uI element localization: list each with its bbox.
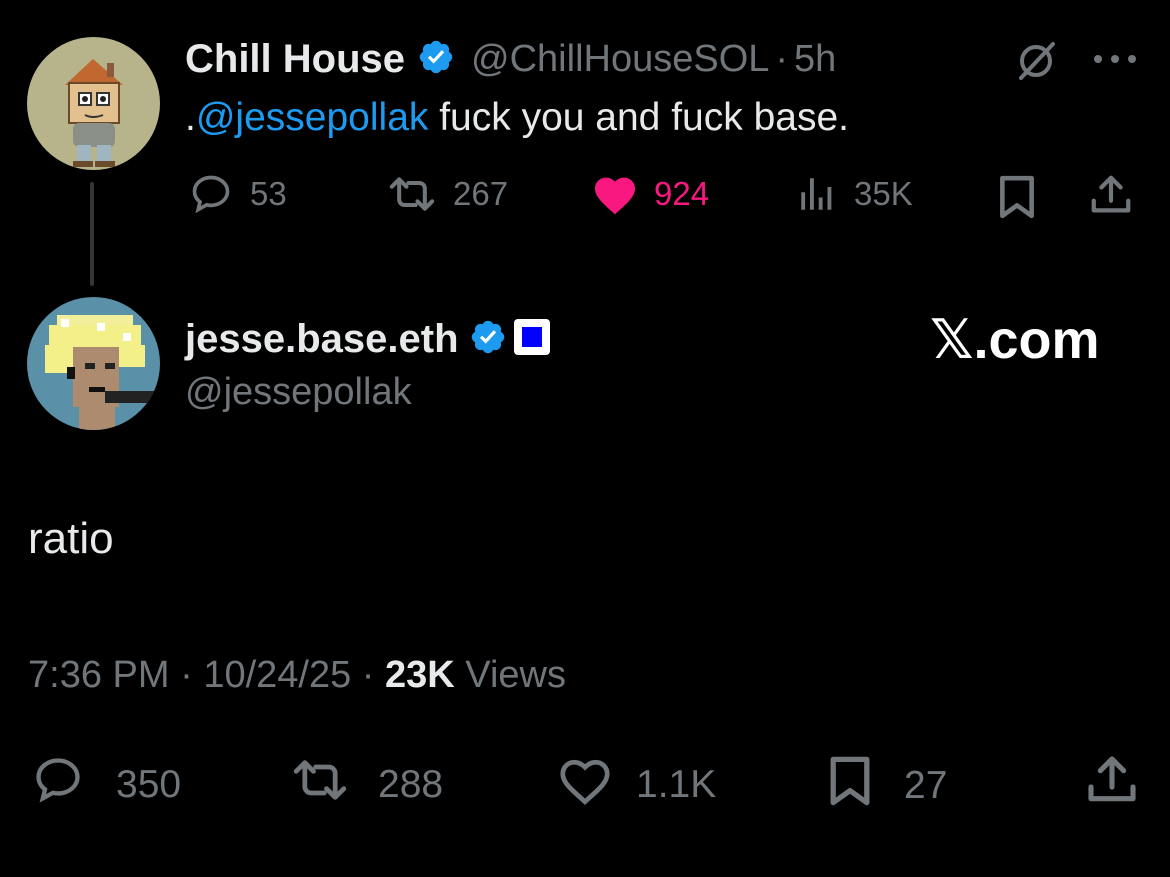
parent-handle[interactable]: @ChillHouseSOL [471,38,769,81]
views-label: Views [465,654,566,696]
views-icon [796,172,838,216]
reply-bookmark-button[interactable]: 27 [826,754,947,818]
verified-badge-icon [469,318,507,361]
parent-reply-count: 53 [250,175,287,212]
text-prefix: . [185,96,196,139]
grok-icon[interactable] [1013,38,1059,89]
parent-display-name[interactable]: Chill House [185,37,405,82]
parent-views-button[interactable]: 35K [796,172,913,216]
chill-house-avatar[interactable] [27,37,160,170]
parent-repost-count: 267 [453,175,509,212]
repost-icon [288,754,352,816]
share-icon [1084,756,1140,812]
bookmark-count: 27 [904,764,948,807]
reply-tweet-text: ratio [28,514,114,563]
reply-share-button[interactable] [1084,752,1140,813]
parent-bookmark-button[interactable] [996,174,1038,225]
reply-like-button[interactable]: 1.1K [556,754,716,816]
thread-connector-line [90,182,94,286]
tweet-time[interactable]: 7:36 PM [28,654,170,696]
views-count: 23K [385,654,455,696]
time-separator: · [775,37,789,80]
reply-display-name[interactable]: jesse.base.eth [185,317,459,362]
reply-icon [188,172,234,216]
base-square-icon [513,318,551,361]
parent-tweet-text: .@jessepollak fuck you and fuck base. [185,96,849,140]
parent-like-count: 924 [654,175,710,212]
like-icon [590,172,640,216]
like-count: 1.1K [636,763,717,806]
reply-count: 350 [116,763,182,806]
parent-share-button[interactable] [1088,172,1134,223]
like-icon [556,754,614,816]
bookmark-icon [826,754,874,818]
meta-separator: · [180,654,193,696]
parent-timestamp[interactable]: 5h [794,38,836,81]
more-icon[interactable] [1092,52,1138,71]
tweet-date[interactable]: 10/24/25 [203,654,351,696]
parent-like-button[interactable]: 924 [590,172,709,216]
mention-link[interactable]: @jessepollak [196,96,429,139]
bookmark-icon [996,175,1038,224]
reply-reply-button[interactable]: 350 [30,754,181,816]
x-com-watermark: 𝕏.com [930,310,1100,370]
reply-tweet-header: jesse.base.eth [185,314,551,364]
text-body: fuck you and fuck base. [428,96,849,139]
parent-views-count: 35K [854,175,913,212]
meta-separator: · [361,654,375,696]
reply-icon [30,754,86,816]
tweet-meta: 7:36 PM · 10/24/25 · 23K Views [28,654,566,697]
parent-reply-button[interactable]: 53 [188,172,287,216]
reply-handle[interactable]: @jessepollak [185,371,412,414]
repost-count: 288 [378,763,444,806]
share-icon [1088,175,1134,222]
reply-repost-button[interactable]: 288 [288,754,443,816]
parent-repost-button[interactable]: 267 [385,172,508,216]
parent-tweet-header: Chill House @ChillHouseSOL · 5h [185,34,836,84]
repost-icon [385,172,439,216]
verified-badge-icon [417,38,455,81]
jesse-avatar[interactable] [27,297,160,430]
